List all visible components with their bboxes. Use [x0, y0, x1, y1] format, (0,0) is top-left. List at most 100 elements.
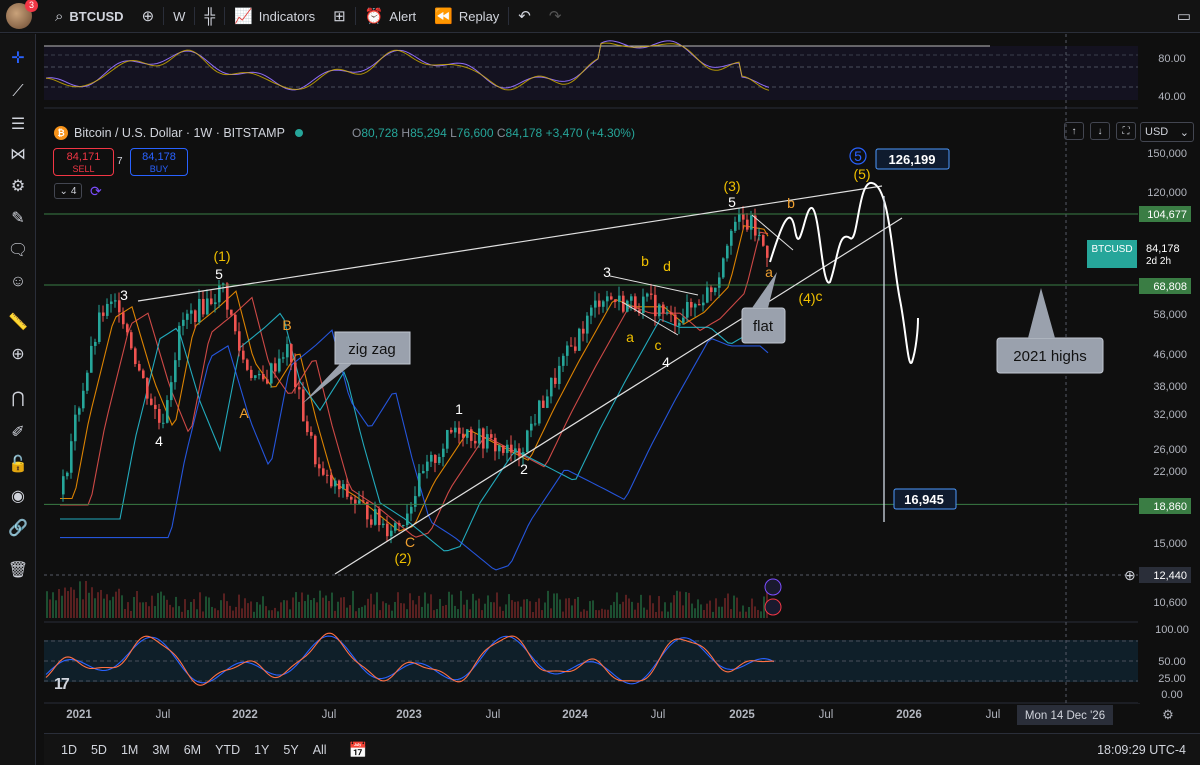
timeframe-3m[interactable]: 3M	[145, 743, 176, 757]
volume-bar	[598, 610, 600, 618]
candle-body	[530, 423, 533, 431]
volume-bar	[661, 611, 663, 618]
volume-bar	[652, 603, 654, 618]
candle-body	[306, 421, 309, 433]
volume-bar	[505, 604, 507, 618]
volume-bar	[718, 606, 720, 618]
volume-bar	[760, 611, 762, 618]
candle-body	[230, 309, 233, 315]
date-range-button[interactable]: 📅	[342, 741, 375, 759]
refresh-icon[interactable]: ⟳	[90, 183, 106, 199]
low-label: L	[450, 126, 457, 140]
candle-body	[502, 445, 505, 453]
price-chart[interactable]: 34(1)5AB(2)C123abcd45(3)ab(4) c(5)5zig za…	[0, 0, 1200, 765]
volume-bar	[61, 595, 63, 618]
candle-body	[470, 429, 473, 441]
candle-body	[294, 362, 297, 388]
volume-bar	[52, 592, 54, 618]
volume-bar	[58, 589, 60, 618]
wave-label: 5	[854, 148, 862, 164]
volume-bar	[265, 606, 267, 618]
volume-bar	[550, 608, 552, 618]
volume-bar	[544, 602, 546, 618]
volume-bar	[541, 610, 543, 618]
timeframe-1y[interactable]: 1Y	[247, 743, 276, 757]
volume-bar	[466, 599, 468, 618]
candle-body	[446, 430, 449, 449]
candle-body	[314, 435, 317, 465]
volume-bar	[577, 597, 579, 618]
wave-label: (2)	[394, 550, 411, 566]
timeframe-5y[interactable]: 5Y	[276, 743, 305, 757]
volume-bar	[493, 602, 495, 618]
volume-bar	[121, 595, 123, 618]
wave-label: d	[663, 258, 671, 274]
price-tick-label: 46,000	[1153, 349, 1187, 361]
buy-button[interactable]: 84,178 BUY	[130, 148, 188, 176]
timeframe-1d[interactable]: 1D	[54, 743, 84, 757]
timeframe-ytd[interactable]: YTD	[208, 743, 247, 757]
candle-body	[746, 219, 749, 230]
currency-select[interactable]: USD ⌄	[1140, 122, 1194, 142]
wave-label: c	[655, 337, 662, 353]
candle-body	[362, 500, 365, 502]
scroll-up-button[interactable]: ↑	[1064, 122, 1084, 140]
volume-bar	[580, 611, 582, 618]
volume-bar	[349, 605, 351, 618]
candle-body	[182, 319, 185, 326]
fullscreen-button[interactable]: ⛶	[1116, 122, 1136, 140]
volume-bar	[85, 580, 87, 618]
volume-bar	[667, 611, 669, 618]
volume-bar	[55, 600, 57, 618]
candle-body	[98, 312, 101, 342]
volume-bar	[247, 603, 249, 618]
volume-bar	[679, 591, 681, 618]
volume-bar	[115, 591, 117, 618]
candle-body	[246, 359, 249, 370]
bitcoin-icon: ₿	[54, 126, 68, 140]
sell-button[interactable]: 84,171 SELL	[53, 148, 114, 176]
volume-bar	[217, 610, 219, 618]
volume-bar	[250, 601, 252, 618]
spread-value: 7	[117, 156, 123, 167]
candle-body	[102, 312, 105, 316]
time-tick-label: Jul	[486, 709, 501, 721]
price-tick-label: 104,677	[1147, 209, 1187, 221]
price-tick-label: 26,000	[1153, 444, 1187, 456]
candle-body	[570, 345, 573, 347]
volume-bar	[97, 592, 99, 618]
bottom-toolbar: 1D 5D 1M 3M 6M YTD 1Y 5Y All 📅 18:09:29 …	[44, 733, 1200, 765]
time-tick-label: 2025	[729, 709, 755, 721]
timeframe-6m[interactable]: 6M	[177, 743, 208, 757]
timeframe-1m[interactable]: 1M	[114, 743, 145, 757]
volume-bar	[358, 607, 360, 618]
sell-label: SELL	[72, 164, 95, 174]
candle-body	[290, 344, 293, 363]
candle-body	[686, 301, 689, 318]
wave-label: C	[405, 534, 415, 550]
candle-body	[650, 293, 653, 295]
price-tick-label: 68,808	[1153, 281, 1187, 293]
tradingview-logo-icon: 17	[54, 676, 70, 693]
volume-bar	[484, 603, 486, 618]
time-tick-label: Jul	[986, 709, 1001, 721]
scroll-down-button[interactable]: ↓	[1090, 122, 1110, 140]
timeframe-5d[interactable]: 5D	[84, 743, 114, 757]
candle-body	[334, 480, 337, 487]
timeframe-all[interactable]: All	[306, 743, 334, 757]
volume-bar	[496, 592, 498, 618]
sell-price: 84,171	[66, 151, 101, 163]
volume-bar	[715, 598, 717, 618]
volume-bar	[757, 609, 759, 618]
candle-body	[286, 344, 289, 358]
candle-body	[154, 404, 157, 410]
candle-body	[690, 301, 693, 308]
chart-legend[interactable]: ₿ Bitcoin / U.S. Dollar · 1W · BITSTAMP	[54, 126, 303, 140]
time-tick-label: Jul	[651, 709, 666, 721]
volume-bar	[685, 592, 687, 618]
candle-body	[574, 346, 577, 351]
volume-bar	[328, 600, 330, 618]
candle-body	[394, 523, 397, 531]
candle-body	[538, 400, 541, 424]
indicators-toggle[interactable]: ⌄ 4	[54, 183, 82, 199]
